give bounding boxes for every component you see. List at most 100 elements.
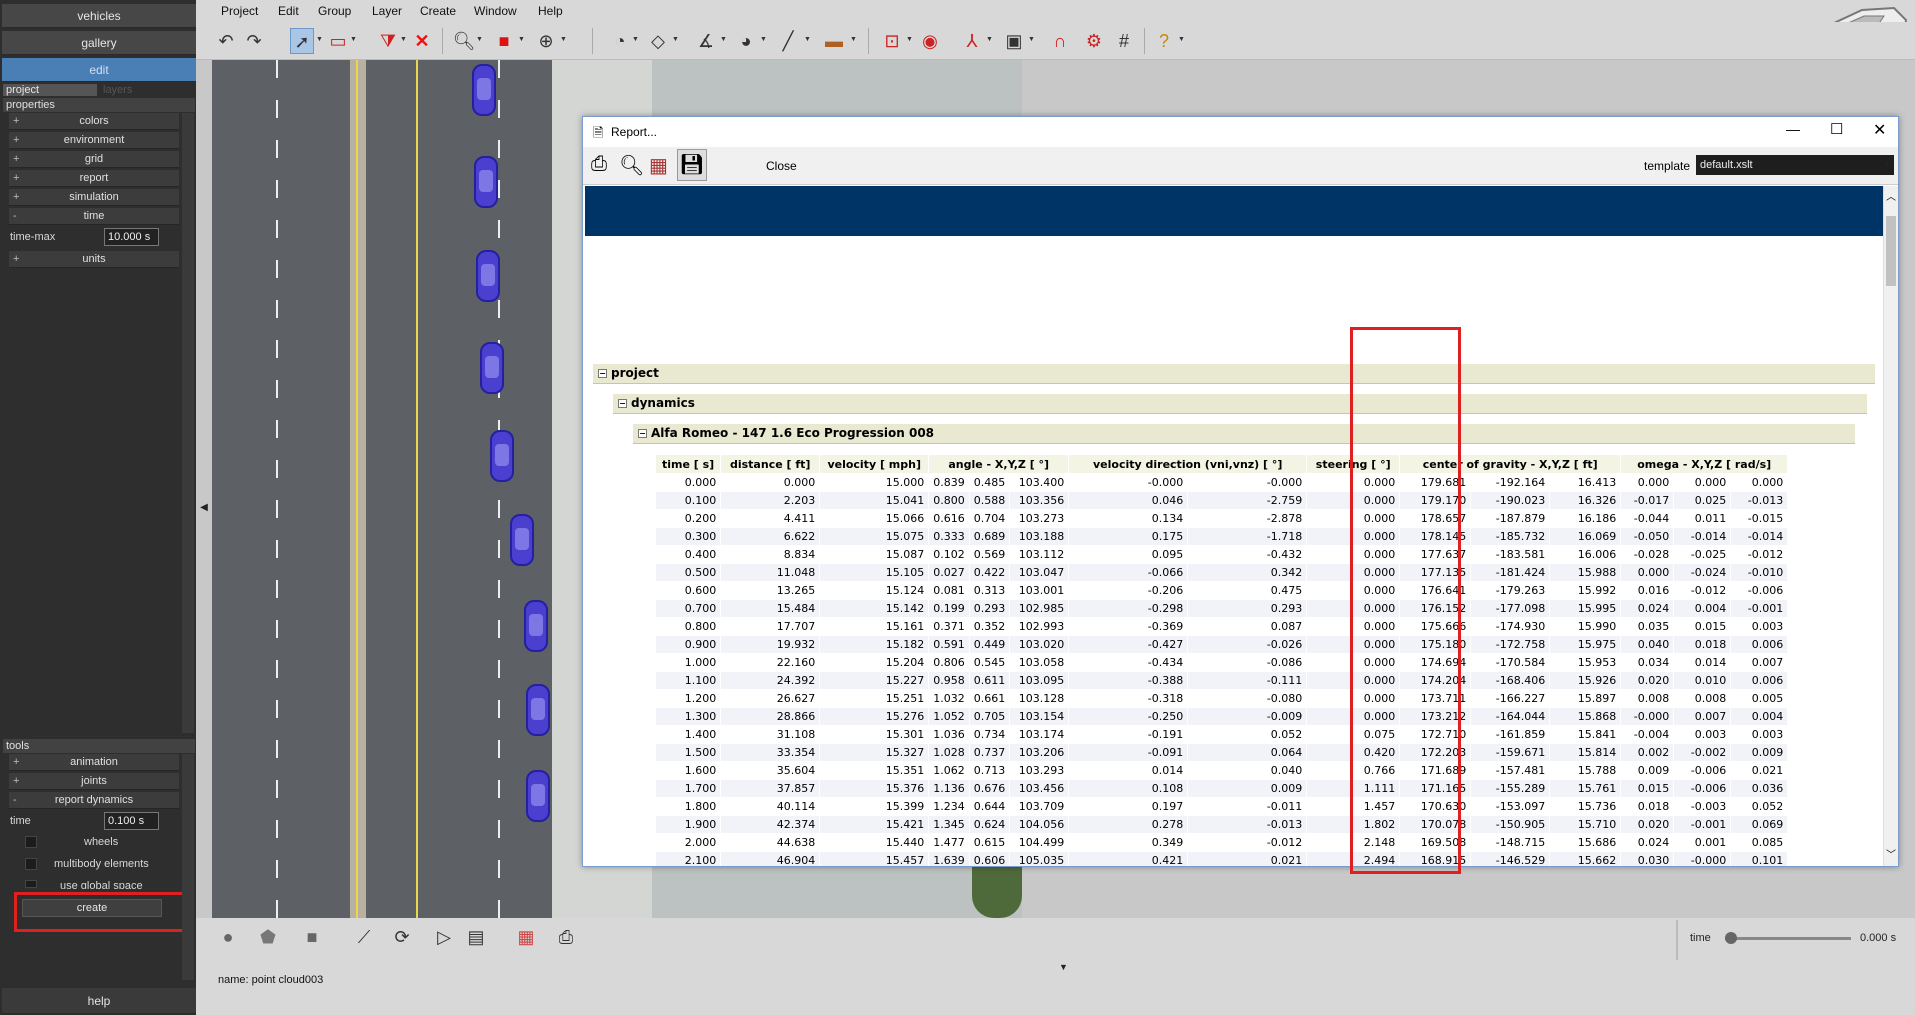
- chevron-down-icon[interactable]: ▼: [476, 36, 483, 43]
- time-slider-thumb[interactable]: [1725, 932, 1737, 944]
- chevron-down-icon[interactable]: ▼: [804, 36, 811, 43]
- menu-create[interactable]: Create: [420, 4, 456, 18]
- menu-window[interactable]: Window: [474, 4, 517, 18]
- section-report-dynamics[interactable]: - report dynamics: [9, 792, 179, 809]
- group-dynamics[interactable]: − dynamics: [613, 394, 1867, 414]
- vehicle-marker[interactable]: [472, 64, 496, 116]
- report-scrollbar[interactable]: ︿ ﹀: [1883, 186, 1898, 866]
- close-button[interactable]: Close: [766, 159, 797, 173]
- section-environment[interactable]: + environment: [9, 132, 179, 149]
- vehicle-marker[interactable]: [476, 250, 500, 302]
- chevron-down-icon[interactable]: ▼: [1883, 159, 1891, 168]
- chevron-down-icon[interactable]: ▼: [400, 36, 407, 43]
- chevron-down-icon[interactable]: ▼: [316, 36, 323, 43]
- help-button[interactable]: help: [2, 988, 196, 1014]
- group-vehicle[interactable]: − Alfa Romeo - 147 1.6 Eco Progression 00…: [633, 424, 1855, 444]
- time-max-input[interactable]: 10.000 s: [104, 228, 159, 246]
- chevron-down-icon[interactable]: ▼: [672, 36, 679, 43]
- report-icon[interactable]: ▦: [514, 924, 538, 950]
- time-input[interactable]: 0.100 s: [104, 812, 159, 830]
- chevron-down-icon[interactable]: ▼: [906, 36, 913, 43]
- print-icon[interactable]: ⎙: [591, 153, 607, 176]
- close-icon[interactable]: ✕: [1873, 120, 1886, 140]
- nav-vehicles-button[interactable]: vehicles: [2, 4, 196, 28]
- zoom-icon[interactable]: 🔍︎: [452, 28, 476, 54]
- page-setup-icon[interactable]: ▦: [649, 153, 668, 178]
- properties-scrollbar[interactable]: [182, 113, 194, 733]
- caret-down-icon[interactable]: ▼: [1059, 962, 1068, 972]
- template-select[interactable]: default.xslt: [1696, 155, 1894, 175]
- move-crosshair-icon[interactable]: ⊕: [534, 28, 558, 54]
- cube-icon[interactable]: ■: [492, 28, 516, 54]
- group-project[interactable]: − project: [593, 364, 1875, 384]
- scroll-down-icon[interactable]: ﹀: [1886, 846, 1896, 861]
- minimize-icon[interactable]: —: [1786, 121, 1800, 137]
- multibody-elements-checkbox[interactable]: [25, 858, 37, 870]
- nav-edit-button[interactable]: edit: [2, 58, 196, 82]
- maximize-icon[interactable]: ☐: [1830, 120, 1843, 138]
- undo-icon[interactable]: ↶: [214, 28, 238, 54]
- rectangle-select-icon[interactable]: ▭: [326, 28, 350, 54]
- section-joints[interactable]: + joints: [9, 773, 179, 790]
- tools-scrollbar[interactable]: [182, 754, 194, 980]
- ruler-icon[interactable]: ▬: [822, 28, 846, 54]
- plane-icon[interactable]: ◇: [646, 28, 670, 54]
- section-report[interactable]: + report: [9, 170, 179, 187]
- section-colors[interactable]: + colors: [9, 113, 179, 130]
- delete-x-icon[interactable]: ✕: [410, 28, 434, 54]
- axes-icon[interactable]: ⅄: [960, 28, 984, 54]
- section-animation[interactable]: + animation: [9, 754, 179, 771]
- chevron-down-icon[interactable]: ▼: [986, 36, 993, 43]
- graph-icon[interactable]: ⟋: [352, 924, 376, 950]
- camera-box-icon[interactable]: ▣: [1002, 28, 1026, 54]
- select-arrow-icon[interactable]: ➚: [290, 28, 314, 54]
- chevron-down-icon[interactable]: ▼: [350, 36, 357, 43]
- use-global-space-checkbox[interactable]: [25, 880, 37, 888]
- gauge-icon[interactable]: ◕: [734, 28, 758, 54]
- target-box-icon[interactable]: ⊡: [880, 28, 904, 54]
- sphere-icon[interactable]: ●: [216, 924, 240, 950]
- vehicle-marker[interactable]: [480, 342, 504, 394]
- play-icon[interactable]: ▷: [432, 924, 456, 950]
- section-simulation[interactable]: + simulation: [9, 189, 179, 206]
- collapse-panel-arrow-icon[interactable]: ◀: [198, 498, 210, 518]
- menu-edit[interactable]: Edit: [278, 4, 299, 18]
- vehicle-marker[interactable]: [474, 156, 498, 208]
- measure-dial-icon[interactable]: ◔: [608, 28, 632, 54]
- vehicle-marker[interactable]: [526, 684, 550, 736]
- magnet-icon[interactable]: ∩: [1048, 28, 1072, 54]
- angle-icon[interactable]: ∡: [694, 28, 718, 54]
- help-icon[interactable]: ?: [1152, 28, 1176, 54]
- chevron-down-icon[interactable]: ▼: [1028, 36, 1035, 43]
- menu-group[interactable]: Group: [318, 4, 351, 18]
- vehicle-marker[interactable]: [526, 770, 550, 822]
- camera-path-icon[interactable]: ⟳: [390, 924, 414, 950]
- report-titlebar[interactable]: 🗎 Report... — ☐ ✕: [583, 117, 1898, 147]
- grid-icon[interactable]: #: [1112, 28, 1136, 54]
- menu-project[interactable]: Project: [221, 4, 258, 18]
- menu-help[interactable]: Help: [538, 4, 563, 18]
- scroll-up-icon[interactable]: ︿: [1886, 188, 1896, 203]
- scroll-thumb[interactable]: [1886, 216, 1896, 286]
- line-icon[interactable]: ╱: [776, 28, 800, 54]
- vehicle-marker[interactable]: [490, 430, 514, 482]
- chevron-down-icon[interactable]: ▼: [518, 36, 525, 43]
- sequence-icon[interactable]: ▤: [464, 924, 488, 950]
- save-icon[interactable]: 💾︎: [677, 149, 707, 181]
- print-icon[interactable]: ⎙: [554, 924, 578, 950]
- section-time[interactable]: - time: [9, 208, 179, 225]
- section-units[interactable]: + units: [9, 251, 179, 268]
- time-slider-track[interactable]: [1725, 932, 1851, 944]
- target-icon[interactable]: ◉: [918, 28, 942, 54]
- redo-icon[interactable]: ↷: [242, 28, 266, 54]
- shield-icon[interactable]: ⬟: [256, 924, 280, 950]
- print-preview-icon[interactable]: 🔍︎: [619, 153, 644, 178]
- vehicle-marker[interactable]: [510, 514, 534, 566]
- vehicle-marker[interactable]: [524, 600, 548, 652]
- section-grid[interactable]: + grid: [9, 151, 179, 168]
- nav-gallery-button[interactable]: gallery: [2, 31, 196, 55]
- color-square-icon[interactable]: ■: [300, 924, 324, 950]
- gear-icon[interactable]: ⚙: [1082, 28, 1106, 54]
- chevron-down-icon[interactable]: ▼: [632, 36, 639, 43]
- tab-project[interactable]: project: [3, 84, 97, 96]
